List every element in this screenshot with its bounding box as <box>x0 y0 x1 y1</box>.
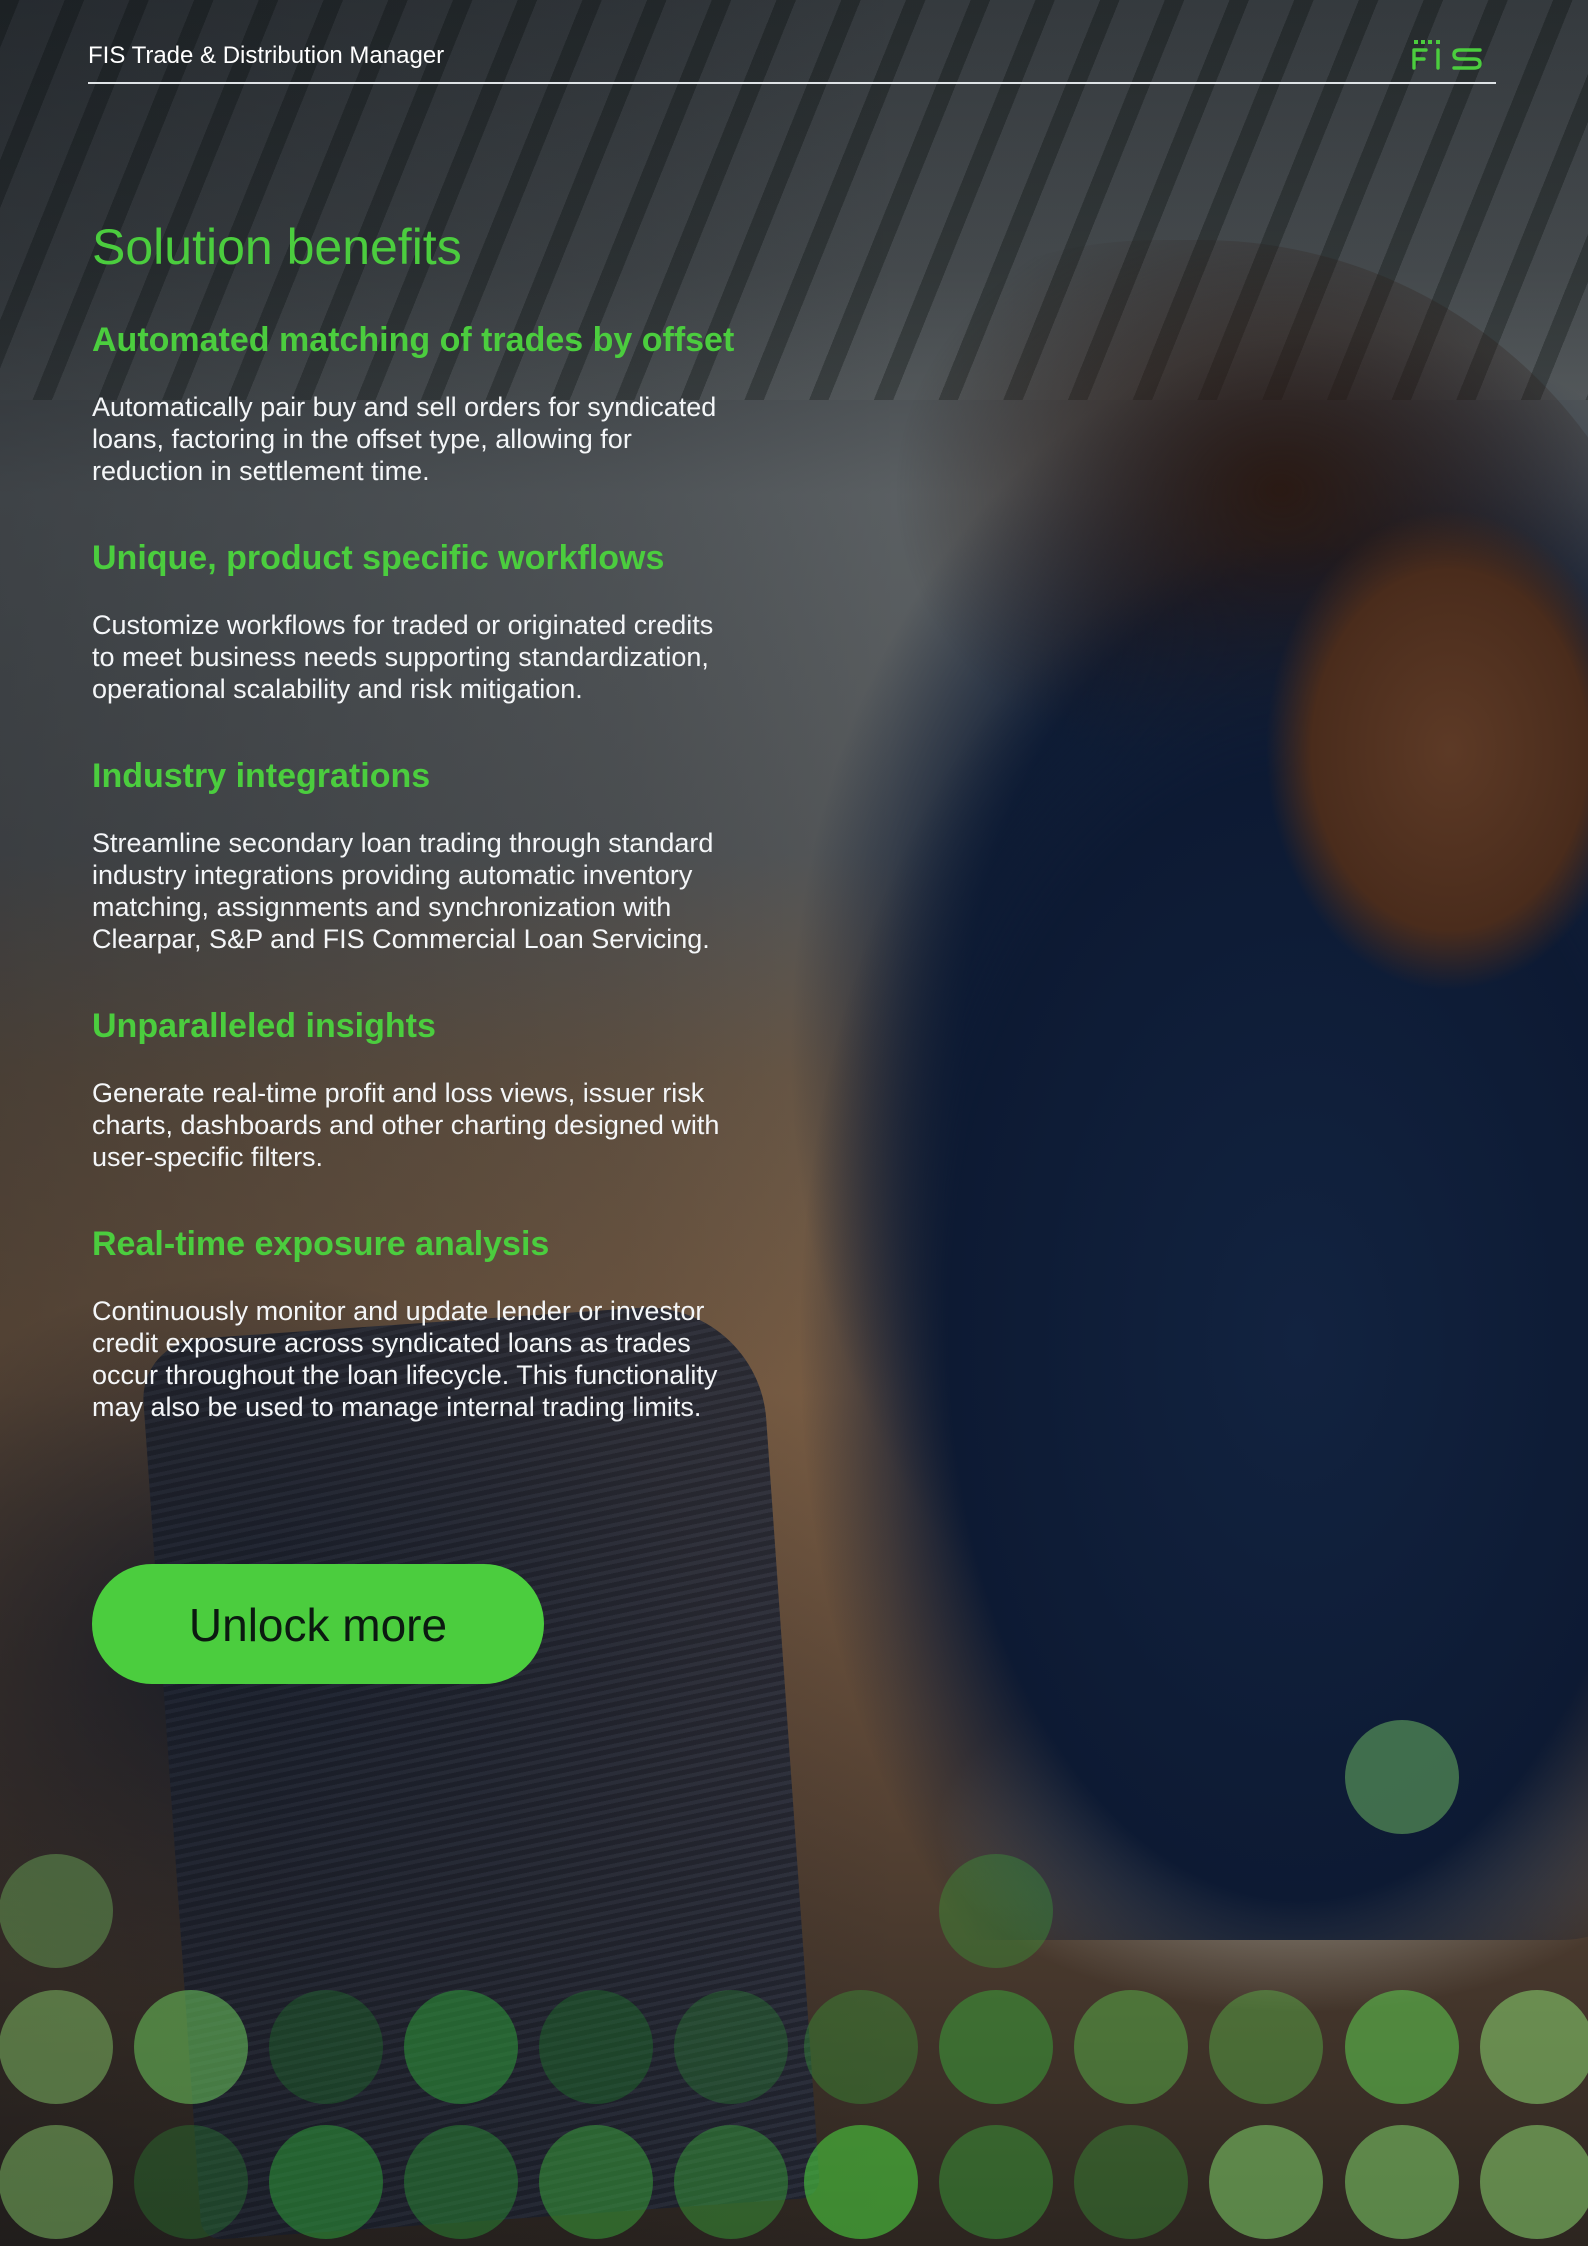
benefit-heading: Unique, product specific workflows <box>92 539 665 577</box>
benefit-automated-matching: Automated matching of trades by offset A… <box>92 319 792 487</box>
description-line: Streamline secondary loan trading throug… <box>92 828 714 858</box>
unlock-more-button[interactable]: Unlock more <box>92 1564 544 1684</box>
benefit-heading: Automated matching of trades by offset <box>92 321 735 359</box>
solution-benefits-section: Solution benefits Automated matching of … <box>92 215 792 1473</box>
benefit-exposure-analysis: Real-time exposure analysis Continuously… <box>92 1223 792 1423</box>
benefit-industry-integrations: Industry integrations Streamline seconda… <box>92 755 792 955</box>
description-line: operational scalability and risk mitigat… <box>92 674 583 704</box>
description-line: Customize workflows for traded or origin… <box>92 610 714 640</box>
benefit-heading: Industry integrations <box>92 757 431 795</box>
description-line: credit exposure across syndicated loans … <box>92 1328 691 1358</box>
description-line: Generate real-time profit and loss views… <box>92 1078 705 1108</box>
description-line: Automatically pair buy and sell orders f… <box>92 392 717 422</box>
description-line: loans, factoring in the offset type, all… <box>92 424 632 454</box>
description-line: to meet business needs supporting standa… <box>92 642 709 672</box>
benefit-description: Generate real-time profit and loss views… <box>92 1077 792 1173</box>
description-line: industry integrations providing automati… <box>92 860 693 890</box>
benefit-description: Continuously monitor and update lender o… <box>92 1295 792 1423</box>
fis-logo-icon <box>1412 40 1482 70</box>
header-title: FIS Trade & Distribution Manager <box>88 42 445 69</box>
benefit-description: Streamline secondary loan trading throug… <box>92 827 792 955</box>
benefit-product-workflows: Unique, product specific workflows Custo… <box>92 537 792 705</box>
benefit-unparalleled-insights: Unparalleled insights Generate real-time… <box>92 1005 792 1173</box>
description-line: Clearpar, S&P and FIS Commercial Loan Se… <box>92 924 710 954</box>
page-title: Solution benefits <box>92 219 462 275</box>
description-line: occur throughout the loan lifecycle. Thi… <box>92 1360 718 1390</box>
benefit-heading: Unparalleled insights <box>92 1007 436 1045</box>
benefit-description: Automatically pair buy and sell orders f… <box>92 391 792 487</box>
description-line: Continuously monitor and update lender o… <box>92 1296 705 1326</box>
page-header: FIS Trade & Distribution Manager <box>88 40 1496 84</box>
description-line: reduction in settlement time. <box>92 456 430 486</box>
benefit-heading: Real-time exposure analysis <box>92 1225 550 1263</box>
description-line: may also be used to manage internal trad… <box>92 1392 702 1422</box>
description-line: user-specific filters. <box>92 1142 324 1172</box>
description-line: matching, assignments and synchronizatio… <box>92 892 672 922</box>
description-line: charts, dashboards and other charting de… <box>92 1110 720 1140</box>
benefit-description: Customize workflows for traded or origin… <box>92 609 792 705</box>
